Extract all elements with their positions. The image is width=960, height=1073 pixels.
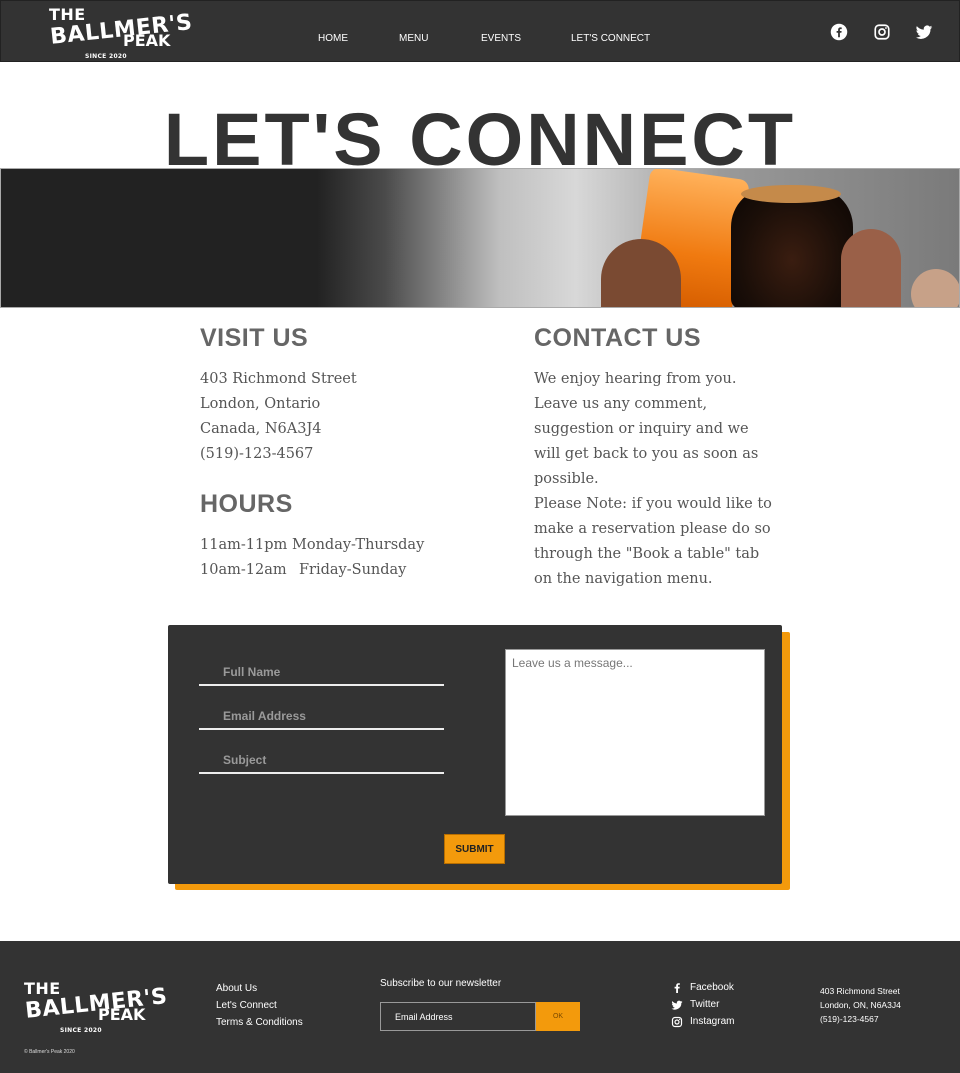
footer-link-about[interactable]: About Us — [216, 983, 257, 994]
stout-glass-image — [731, 187, 853, 307]
hours-row: 10am-12am Friday-Sunday — [200, 562, 406, 578]
logo-line-3: PEAK — [123, 31, 171, 50]
footer-phone: (519)-123-4567 — [820, 1014, 879, 1024]
hand-image-2 — [841, 229, 901, 307]
address-line: Canada, N6A3J4 — [200, 421, 322, 437]
twitter-icon[interactable] — [915, 23, 933, 41]
email-input[interactable] — [199, 704, 444, 728]
footer-address-line: London, ON, N6A3J4 — [820, 1000, 901, 1010]
contact-heading: CONTACT US — [534, 324, 702, 352]
hours-days: Friday-Sunday — [299, 562, 407, 578]
site-footer: THE BALLMER'S PEAK SINCE 2020 © Ballmer'… — [0, 941, 960, 1073]
subject-input[interactable] — [199, 748, 444, 772]
person-image — [911, 269, 959, 307]
subject-field — [199, 748, 444, 774]
facebook-icon — [674, 983, 680, 993]
logo-tagline: SINCE 2020 — [60, 1027, 102, 1034]
footer-link-lets-connect[interactable]: Let's Connect — [216, 1000, 277, 1011]
footer-logo[interactable]: THE BALLMER'S PEAK SINCE 2020 — [24, 979, 169, 1035]
footer-address-line: 403 Richmond Street — [820, 986, 900, 996]
address-line: London, Ontario — [200, 396, 321, 412]
instagram-icon — [671, 1016, 683, 1028]
footer-social-label: Twitter — [690, 999, 720, 1010]
nav-home[interactable]: HOME — [318, 33, 348, 44]
nav-lets-connect[interactable]: LET'S CONNECT — [571, 33, 650, 44]
site-header: THE BALLMER'S PEAK SINCE 2020 HOME MENU … — [0, 0, 960, 62]
foam-image — [741, 185, 841, 203]
phone-number: (519)-123-4567 — [200, 446, 314, 462]
logo[interactable]: THE BALLMER'S PEAK SINCE 2020 — [49, 5, 194, 61]
copyright-text: © Ballmer's Peak 2020 — [24, 1049, 75, 1055]
newsletter-ok-button[interactable]: OK — [536, 1002, 580, 1031]
newsletter-label: Subscribe to our newsletter — [380, 978, 502, 989]
visit-heading: VISIT US — [200, 324, 309, 352]
footer-social-label: Instagram — [690, 1016, 735, 1027]
footer-social-label: Facebook — [690, 982, 734, 993]
visit-address: 403 Richmond Street London, Ontario Cana… — [200, 367, 357, 467]
full-name-input[interactable] — [199, 660, 444, 684]
instagram-icon[interactable] — [873, 23, 891, 41]
hours-row: 11am-11pm Monday-Thursday — [200, 537, 424, 553]
full-name-field — [199, 660, 444, 686]
hours-days: Monday-Thursday — [292, 537, 425, 553]
hero-banner-image — [0, 168, 960, 308]
contact-form: SUBMIT — [168, 625, 782, 884]
footer-link-terms[interactable]: Terms & Conditions — [216, 1017, 303, 1028]
facebook-icon[interactable] — [830, 23, 848, 41]
nav-events[interactable]: EVENTS — [481, 33, 521, 44]
address-line: 403 Richmond Street — [200, 371, 357, 387]
submit-button[interactable]: SUBMIT — [444, 834, 505, 864]
newsletter-email-input[interactable] — [380, 1002, 536, 1031]
hours-heading: HOURS — [200, 490, 293, 518]
email-field — [199, 704, 444, 730]
contact-paragraph: We enjoy hearing from you. Leave us any … — [534, 371, 759, 487]
message-textarea[interactable] — [505, 649, 765, 816]
logo-line-3: PEAK — [98, 1005, 146, 1024]
nav-menu[interactable]: MENU — [399, 33, 428, 44]
logo-tagline: SINCE 2020 — [85, 53, 127, 60]
hours-time: 11am-11pm — [200, 537, 288, 553]
hours-time: 10am-12am — [200, 562, 287, 578]
reservation-note: Please Note: if you would like to make a… — [534, 496, 772, 587]
twitter-icon — [671, 1000, 683, 1010]
